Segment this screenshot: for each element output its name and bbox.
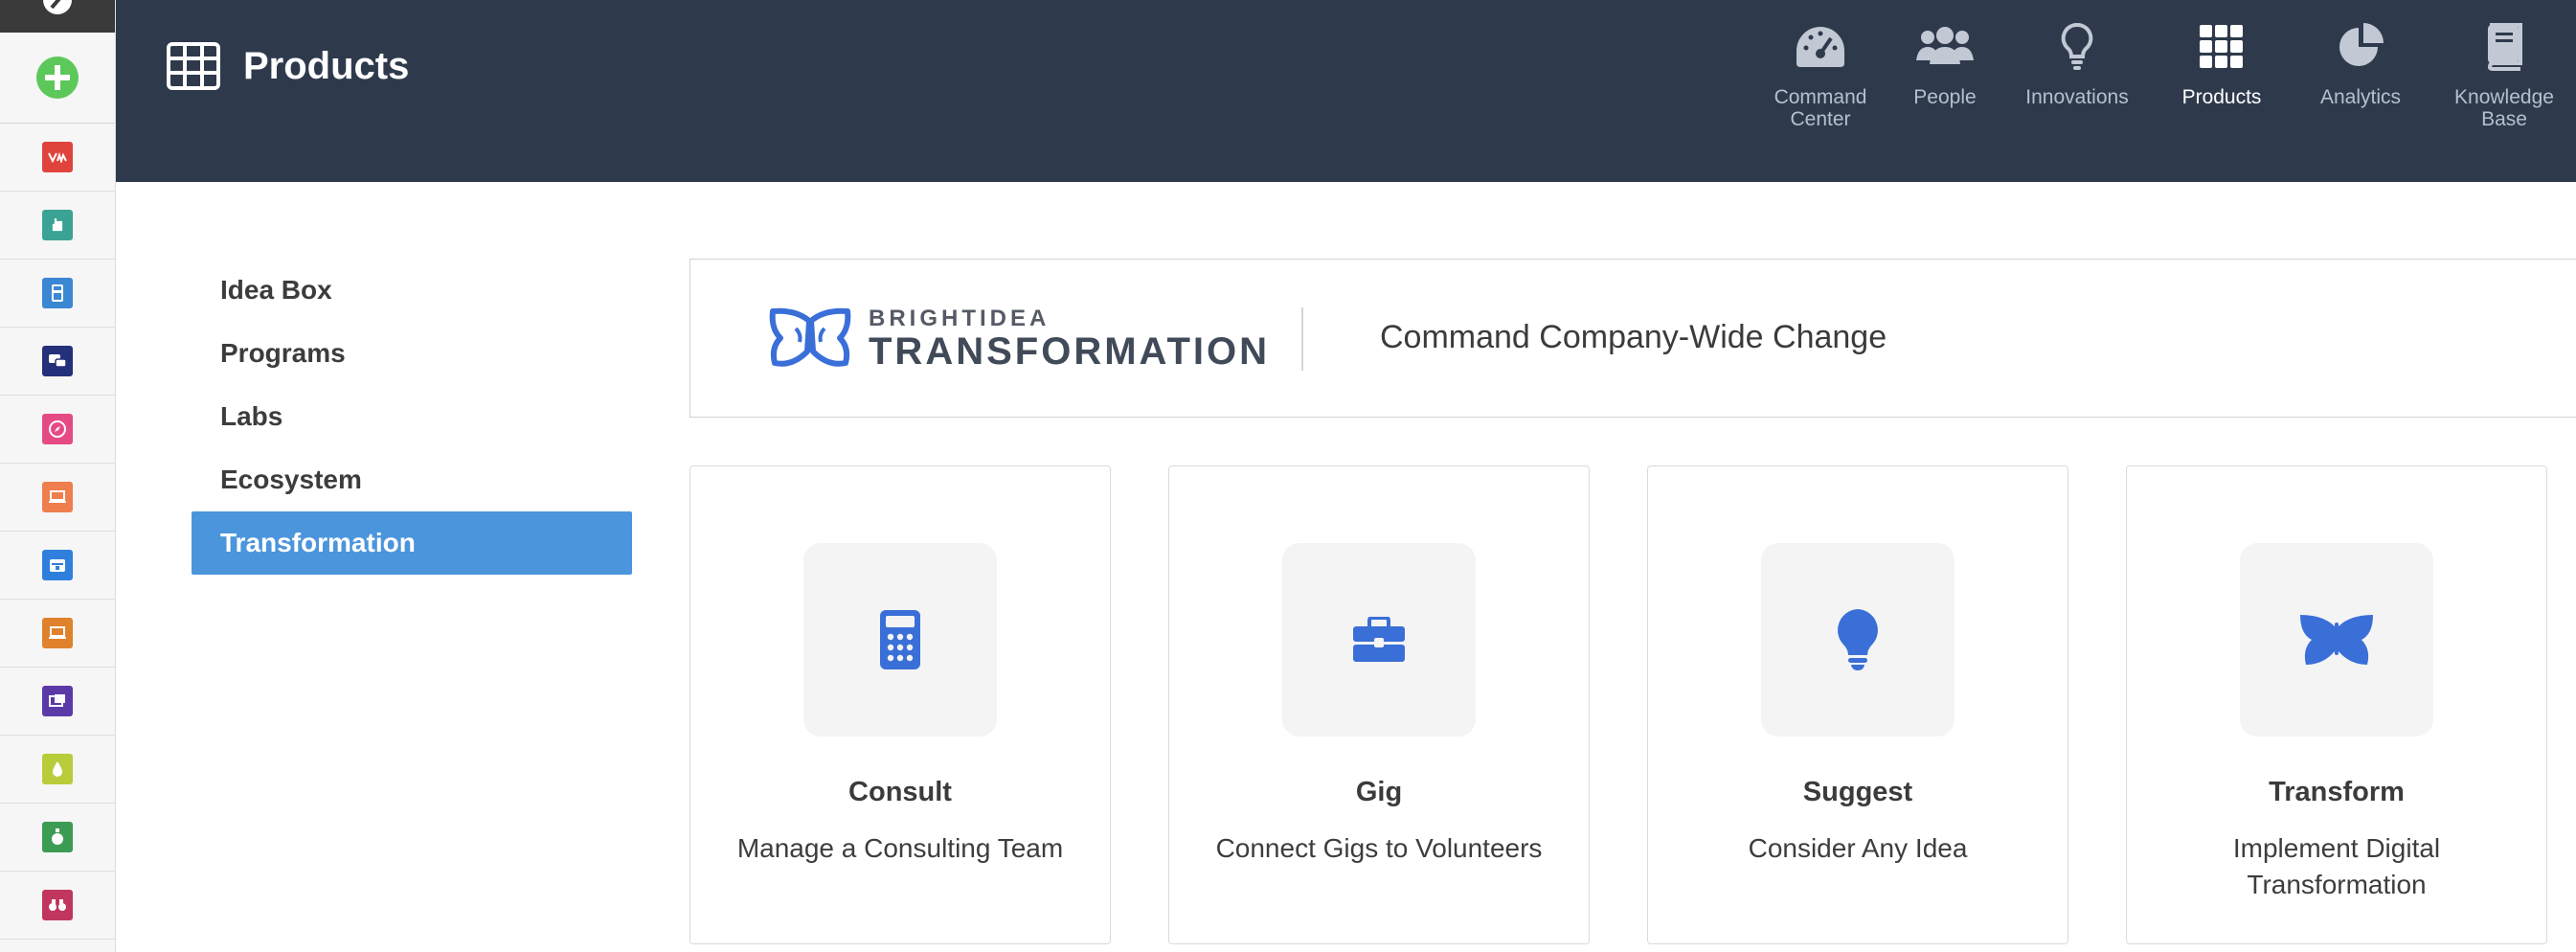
calculator-icon <box>880 610 920 669</box>
nav-innovations[interactable]: Innovations <box>2005 0 2149 144</box>
product-logo: BRIGHTIDEA TRANSFORMATION <box>767 307 1270 371</box>
rail-app-5[interactable] <box>0 396 115 464</box>
binoculars-app-icon <box>42 890 73 920</box>
logo-product: TRANSFORMATION <box>869 330 1270 373</box>
menu-item-ecosystem[interactable]: Ecosystem <box>192 448 632 511</box>
nav-products[interactable]: Products <box>2155 0 2289 144</box>
gallery-app-icon <box>42 686 73 716</box>
card-title: Consult <box>848 777 952 807</box>
rail-app-1[interactable] <box>0 124 115 192</box>
laptop-app-icon <box>42 482 73 512</box>
briefcase-icon <box>1353 617 1405 662</box>
menu-item-idea-box[interactable]: Idea Box <box>192 259 632 322</box>
rail-app-11[interactable] <box>0 804 115 872</box>
nav-people[interactable]: People <box>1883 0 2007 144</box>
book-icon <box>2487 23 2522 71</box>
banner-tagline: Command Company-Wide Change <box>1380 319 1887 355</box>
banner-divider <box>1301 307 1303 371</box>
card-gig[interactable]: Gig Connect Gigs to Volunteers <box>1168 465 1590 944</box>
card-transform[interactable]: Transform Implement Digital Transformati… <box>2126 465 2547 944</box>
nav-command-center[interactable]: Command Center <box>1758 0 1883 144</box>
nav-label: Products <box>2181 86 2262 108</box>
calculator-app-icon <box>42 278 73 308</box>
nav-analytics[interactable]: Analytics <box>2294 0 2428 144</box>
page-title: Products <box>243 44 410 87</box>
menu-item-labs[interactable]: Labs <box>192 385 632 448</box>
logo-brand: BRIGHTIDEA <box>869 306 1051 331</box>
compass-app-icon <box>42 414 73 444</box>
nav-label: Command Center <box>1774 86 1867 130</box>
card-title: Suggest <box>1802 777 1913 807</box>
hand-app-icon <box>42 210 73 240</box>
rail-app-8[interactable] <box>0 600 115 668</box>
speedometer-icon <box>1796 27 1844 67</box>
rail-app-7[interactable] <box>0 532 115 600</box>
header-brand: Products <box>167 42 409 90</box>
rail-app-4[interactable] <box>0 328 115 396</box>
product-banner: BRIGHTIDEA TRANSFORMATION Command Compan… <box>689 259 2576 418</box>
rail-top-bar <box>0 0 115 33</box>
top-header: Products Command Center People Innovatio… <box>116 0 2576 182</box>
card-title: Transform <box>2269 777 2405 807</box>
lightbulb-icon <box>2061 22 2093 70</box>
card-title: Gig <box>1355 777 1403 807</box>
add-app-button[interactable] <box>0 33 115 124</box>
grid-table-icon <box>167 42 220 90</box>
compass-icon[interactable] <box>38 0 77 19</box>
card-icon-tile <box>1282 543 1476 737</box>
grid-icon <box>2200 25 2243 68</box>
rail-app-2[interactable] <box>0 192 115 260</box>
card-icon-tile <box>1761 543 1955 737</box>
card-consult[interactable]: Consult Manage a Consulting Team <box>689 465 1111 944</box>
drop-app-icon <box>42 754 73 784</box>
card-description: Connect Gigs to Volunteers <box>1215 833 1543 863</box>
chat-app-icon <box>42 346 73 376</box>
idea-box-app-icon <box>42 142 73 172</box>
rail-app-12[interactable] <box>0 872 115 940</box>
butterfly-logo-icon <box>769 307 851 367</box>
card-description: Consider Any Idea <box>1748 833 1968 863</box>
nav-knowledge-base[interactable]: Knowledge Base <box>2432 0 2576 144</box>
nav-label: Innovations <box>2025 86 2129 108</box>
people-icon <box>1916 27 1974 64</box>
calendar-app-icon <box>42 550 73 580</box>
rail-app-6[interactable] <box>0 464 115 532</box>
nav-label: Knowledge Base <box>2454 86 2554 130</box>
card-suggest[interactable]: Suggest Consider Any Idea <box>1647 465 2068 944</box>
nav-label: Analytics <box>2319 86 2402 108</box>
menu-item-transformation[interactable]: Transformation <box>192 511 632 575</box>
pie-chart-icon <box>2339 23 2384 66</box>
logo-text: BRIGHTIDEA TRANSFORMATION <box>869 306 1270 373</box>
rail-app-10[interactable] <box>0 736 115 804</box>
app-rail <box>0 0 116 952</box>
money-bag-app-icon <box>42 822 73 852</box>
rail-app-9[interactable] <box>0 668 115 736</box>
rail-app-3[interactable] <box>0 260 115 328</box>
card-description: Manage a Consulting Team <box>736 833 1064 863</box>
monitor-app-icon <box>42 618 73 648</box>
products-menu: Idea Box Programs Labs Ecosystem Transfo… <box>192 259 632 575</box>
card-icon-tile <box>803 543 997 737</box>
plus-circle-icon <box>36 57 79 99</box>
lightbulb-icon <box>1838 609 1878 670</box>
card-icon-tile <box>2240 543 2433 737</box>
card-description: Implement Digital Transformation <box>2232 833 2441 899</box>
menu-item-programs[interactable]: Programs <box>192 322 632 385</box>
nav-label: People <box>1913 86 1977 108</box>
butterfly-icon <box>2300 615 2373 665</box>
